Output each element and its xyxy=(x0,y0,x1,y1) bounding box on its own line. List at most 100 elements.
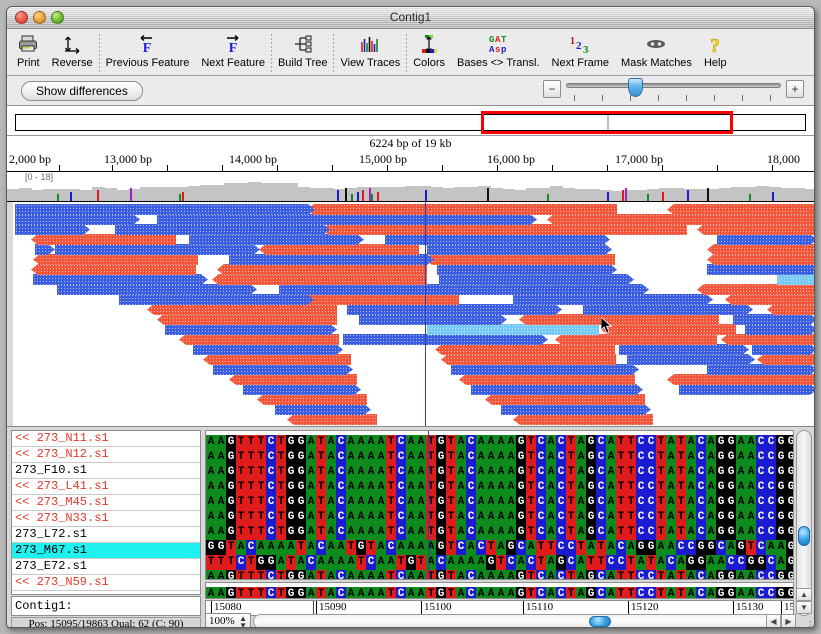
read-forward[interactable] xyxy=(627,354,755,365)
read-reverse[interactable] xyxy=(441,354,616,365)
read-reverse[interactable] xyxy=(697,224,814,235)
toolbar-item-print[interactable]: Print xyxy=(11,31,46,75)
read-reverse[interactable] xyxy=(707,244,814,255)
sequence-name-row[interactable]: 273_F10.s1 xyxy=(12,463,200,479)
horizontal-scrollbar[interactable] xyxy=(253,614,776,627)
toolbar-item-view-traces[interactable]: View Traces xyxy=(334,31,406,75)
read-forward[interactable] xyxy=(733,314,814,325)
read-forward[interactable] xyxy=(119,294,314,305)
read-forward[interactable] xyxy=(15,214,140,225)
read-forward[interactable] xyxy=(439,274,634,285)
read-reverse[interactable] xyxy=(287,414,377,425)
vertical-scrollbar-thumb[interactable] xyxy=(798,526,810,546)
read-reverse[interactable] xyxy=(259,244,419,255)
scroll-right-button[interactable]: ▶ xyxy=(781,614,796,627)
toolbar-item-colors[interactable]: Colors xyxy=(407,31,451,75)
read-reverse[interactable] xyxy=(667,374,814,385)
read-reverse[interactable] xyxy=(601,324,736,335)
read-forward[interactable] xyxy=(752,344,814,355)
read-forward[interactable] xyxy=(35,244,55,255)
toolbar-item-bases-transl[interactable]: G A T As p Bases <> Transl. xyxy=(451,31,546,75)
read-forward[interactable] xyxy=(513,294,713,305)
sequence-name-row[interactable]: << 273_M45.s1 xyxy=(12,495,200,511)
read-reverse[interactable] xyxy=(667,204,814,215)
alignment-row[interactable]: AAGTTTCTGGATACAAAATCAATGTACAAAAGTCACTAGC… xyxy=(206,566,793,579)
read-forward[interactable] xyxy=(157,214,537,225)
overview-bar[interactable] xyxy=(7,106,814,136)
sequence-names-list[interactable]: << 273_N11.s1 << 273_N12.s1 273_F10.s1 << 2… xyxy=(11,430,201,595)
read-forward[interactable] xyxy=(15,204,315,215)
sequence-name-row[interactable]: << 273_N33.s1 xyxy=(12,511,200,527)
scroll-left-button[interactable]: ◀ xyxy=(766,614,781,627)
sequence-name-row[interactable]: 273_L72.s1 xyxy=(12,527,200,543)
read-selected[interactable] xyxy=(777,274,814,285)
read-reverse[interactable] xyxy=(307,204,617,215)
read-forward[interactable] xyxy=(437,264,617,275)
read-reverse[interactable] xyxy=(217,264,427,275)
scroll-down-button[interactable]: ▼ xyxy=(796,601,812,614)
zoom-percent-select[interactable]: 100% ▲ ▼ xyxy=(205,613,251,628)
read-forward[interactable] xyxy=(745,324,814,335)
read-reverse[interactable] xyxy=(157,314,337,325)
toolbar-item-help[interactable]: ? Help xyxy=(698,31,733,75)
read-reverse[interactable] xyxy=(257,394,367,405)
read-reverse[interactable] xyxy=(721,334,814,345)
alignment-row[interactable]: AAGTTTCTGGATACAAAATCAATGTACAAAAGTCACTAGC… xyxy=(206,476,793,495)
read-forward[interactable] xyxy=(347,304,562,315)
read-reverse[interactable] xyxy=(519,314,719,325)
read-forward[interactable] xyxy=(385,234,610,245)
alignment-row[interactable]: TTTCTGGATACAAAATCAATGTACAAAAGTCACTAGCATT… xyxy=(206,551,793,570)
alignment-view[interactable]: AAGTTTCTGGATACAAAATCAATGTACAAAAGTCACTAGC… xyxy=(205,430,794,580)
consensus-row[interactable]: AAGTTTCTGGATACAAAATCAATGTACAAAAGTCACTAGC… xyxy=(205,582,794,599)
read-forward[interactable] xyxy=(279,284,649,295)
read-reverse[interactable] xyxy=(547,214,814,225)
read-reverse[interactable] xyxy=(31,264,196,275)
read-reverse[interactable] xyxy=(459,374,635,385)
read-reverse[interactable] xyxy=(203,354,351,365)
read-forward[interactable] xyxy=(55,244,260,255)
read-reverse[interactable] xyxy=(33,254,198,265)
contig-name-row[interactable]: Contig1: xyxy=(11,596,201,616)
title-bar[interactable]: Contig1 xyxy=(7,7,814,29)
alignment-row[interactable]: AAGTTTCTGGATACAAAATCAATGTACAAAAGTCACTAGC… xyxy=(206,506,793,525)
read-reverse[interactable] xyxy=(725,294,814,305)
toolbar-item-mask-matches[interactable]: Mask Matches xyxy=(615,31,698,75)
stepper-icon[interactable]: ▲ ▼ xyxy=(239,615,247,628)
alignment-row[interactable]: AAGTTTCTGGATACAAAATCAATGTACAAAAGTCACTAGC… xyxy=(206,491,793,510)
read-forward[interactable] xyxy=(359,314,507,325)
read-forward[interactable] xyxy=(115,224,330,235)
toolbar-item-reverse[interactable]: Reverse xyxy=(46,31,99,75)
resize-grip[interactable] xyxy=(798,618,812,627)
read-reverse[interactable] xyxy=(707,254,814,265)
read-reverse[interactable] xyxy=(229,374,357,385)
read-reverse[interactable] xyxy=(425,254,615,265)
read-forward[interactable] xyxy=(679,384,814,395)
read-forward[interactable] xyxy=(343,334,548,345)
read-reverse[interactable] xyxy=(147,304,337,315)
read-reverse[interactable] xyxy=(513,414,653,425)
read-reverse[interactable] xyxy=(435,344,615,355)
read-forward[interactable] xyxy=(501,404,651,415)
sequence-name-row[interactable]: << 273_N11.s1 xyxy=(12,431,200,447)
read-forward[interactable] xyxy=(619,344,749,355)
sequence-name-row[interactable]: << 273_N59.s1 xyxy=(12,575,200,591)
read-forward[interactable] xyxy=(229,254,434,265)
sequence-name-row[interactable]: 273_E72.s1 xyxy=(12,559,200,575)
alignment-row[interactable]: AAGTTTCTGGATACAAAATCAATGTACAAAAGTCACTAGC… xyxy=(206,461,793,480)
alignment-row[interactable]: GGTACAAAATACAATGTACAAAAGTCACTAGCATTCCTAT… xyxy=(206,536,793,555)
toolbar-item-next-feature[interactable]: F Next Feature xyxy=(195,31,271,75)
horizontal-scrollbar-thumb[interactable] xyxy=(589,616,611,627)
read-reverse[interactable] xyxy=(31,234,176,245)
read-forward[interactable] xyxy=(583,304,753,315)
read-forward[interactable] xyxy=(707,364,814,375)
consensus-sequence-row[interactable]: AAGTTTCTGGATACAAAATCAATGTACAAAAGTCACTAGC… xyxy=(206,583,793,598)
read-forward[interactable] xyxy=(213,364,353,375)
alignment-row[interactable]: AAGTTTCTGGATACAAAATCAATGTACAAAAGTCACTAGC… xyxy=(206,446,793,465)
alignment-row[interactable]: AAGTTTCTGGATACAAAATCAATGTACAAAAGTCACTAGC… xyxy=(206,521,793,540)
read-forward[interactable] xyxy=(427,244,612,255)
read-forward[interactable] xyxy=(471,384,643,395)
zoom-in-button[interactable]: + xyxy=(786,80,804,98)
read-forward[interactable] xyxy=(243,384,361,395)
reads-panel[interactable]: Sample name = 273_E24.s1Start = 15,966 (… xyxy=(7,202,814,427)
toolbar-item-build-tree[interactable]: Build Tree xyxy=(272,31,334,75)
